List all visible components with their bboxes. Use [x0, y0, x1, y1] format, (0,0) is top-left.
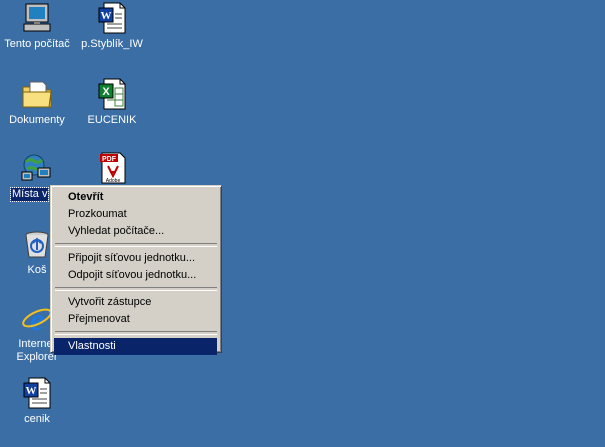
- desktop-icon-my-computer[interactable]: Tento počítač: [1, 2, 73, 51]
- desktop-icon-cenik[interactable]: W cenik: [1, 377, 73, 426]
- menu-item-explore[interactable]: Prozkoumat: [54, 206, 217, 223]
- context-menu: Otevřít Prozkoumat Vyhledat počítače... …: [50, 185, 222, 355]
- desktop-icon-eucenik[interactable]: X EUCENIK: [76, 78, 148, 127]
- desktop-icon-label: p.Styblík_IW: [81, 38, 143, 50]
- pdf-badge-text: PDF: [102, 156, 117, 163]
- word-document-icon: W: [96, 2, 128, 34]
- my-computer-icon: [21, 2, 53, 34]
- desktop-icon-label: Dokumenty: [9, 114, 65, 126]
- desktop-icon-word-stybl\u00edk[interactable]: W p.Styblík_IW: [76, 2, 148, 51]
- menu-item-search-computers[interactable]: Vyhledat počítače...: [54, 223, 217, 240]
- network-places-icon: [20, 152, 52, 184]
- menu-item-open[interactable]: Otevřít: [54, 189, 217, 206]
- menu-item-disconnect-network-drive[interactable]: Odpojit síťovou jednotku...: [54, 267, 217, 284]
- menu-item-create-shortcut[interactable]: Vytvořit zástupce: [54, 294, 217, 311]
- word-document-icon: W: [21, 377, 53, 409]
- desktop-icon-label: Místa v: [9, 187, 50, 202]
- excel-document-icon: X: [96, 78, 128, 110]
- pdf-brand-text: Adobe: [106, 178, 121, 184]
- menu-item-properties[interactable]: Vlastnosti: [54, 338, 217, 355]
- menu-separator: [55, 287, 217, 291]
- desktop: { "desktop": { "background": "#3a6ea5", …: [0, 0, 605, 447]
- menu-separator: [55, 243, 217, 247]
- desktop-icon-network-places[interactable]: Místa v: [0, 152, 56, 202]
- desktop-icon-label: cenik: [24, 413, 50, 425]
- svg-text:W: W: [26, 385, 37, 397]
- internet-explorer-icon: e: [21, 301, 53, 337]
- desktop-icon-label: Koš: [27, 264, 47, 276]
- recycle-bin-icon: [21, 228, 53, 260]
- menu-separator: [55, 331, 217, 335]
- desktop-icon-documents[interactable]: Dokumenty: [1, 78, 73, 127]
- svg-text:W: W: [101, 10, 112, 22]
- desktop-icon-label: EUCENIK: [87, 114, 137, 126]
- pdf-document-icon: PDF Adobe: [96, 152, 128, 184]
- documents-folder-icon: [21, 78, 53, 110]
- svg-text:X: X: [102, 86, 110, 98]
- desktop-icon-pdf[interactable]: PDF Adobe: [76, 152, 148, 184]
- desktop-icon-label: Tento počítač: [4, 38, 70, 50]
- menu-item-rename[interactable]: Přejmenovat: [54, 311, 217, 328]
- svg-text:e: e: [30, 302, 44, 334]
- menu-item-map-network-drive[interactable]: Připojit síťovou jednotku...: [54, 250, 217, 267]
